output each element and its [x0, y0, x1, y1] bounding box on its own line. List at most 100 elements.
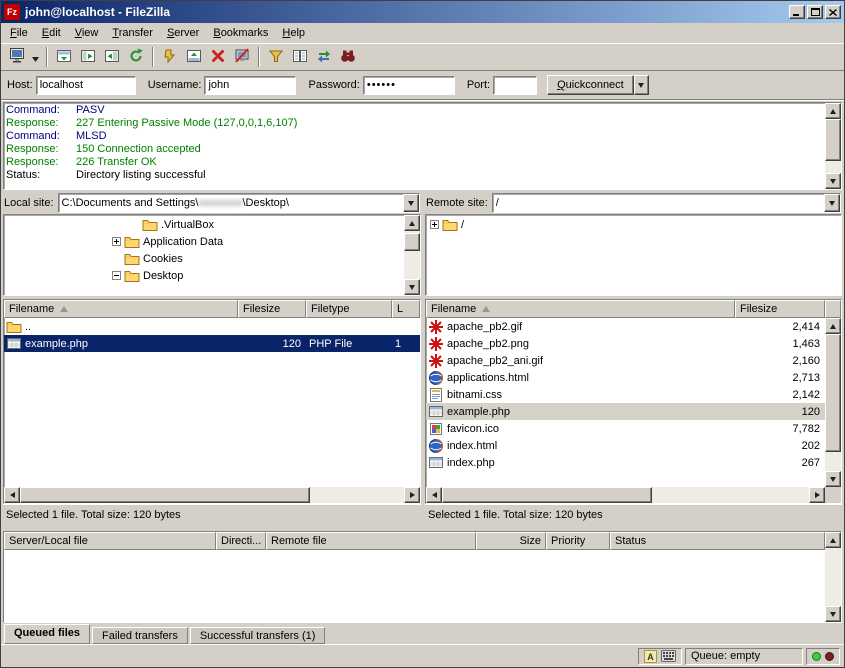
scrollbar-track[interactable]: [404, 231, 420, 279]
scroll-down-button[interactable]: [404, 279, 420, 295]
scroll-right-button[interactable]: [404, 487, 420, 503]
scroll-left-button[interactable]: [4, 487, 20, 503]
column-header-filesize[interactable]: Filesize: [238, 300, 306, 318]
port-input[interactable]: [493, 76, 537, 95]
column-header-server-local-file[interactable]: Server/Local file: [4, 532, 216, 550]
tab-successful-transfers-1[interactable]: Successful transfers (1): [190, 627, 326, 644]
titlebar[interactable]: Fz john@localhost - FileZilla: [1, 1, 844, 23]
scrollbar-thumb[interactable]: [404, 233, 420, 251]
scrollbar-track[interactable]: [20, 487, 404, 503]
process-queue-button[interactable]: [158, 45, 182, 69]
disconnect-button[interactable]: [230, 45, 254, 69]
compare-button[interactable]: [288, 45, 312, 69]
site-manager-button[interactable]: [5, 45, 29, 69]
queue-vertical-scrollbar[interactable]: [825, 532, 841, 622]
maximize-button[interactable]: [807, 5, 823, 19]
remote-list-vertical-scrollbar[interactable]: [825, 318, 841, 487]
host-input[interactable]: [36, 76, 136, 95]
toggle-log-button[interactable]: [52, 45, 76, 69]
file-row-parent-directory[interactable]: ..: [4, 318, 420, 335]
column-header-stub: [825, 300, 841, 318]
file-row-index-php[interactable]: index.php267: [426, 454, 825, 471]
username-input[interactable]: [204, 76, 296, 95]
toggle-remote-tree-button[interactable]: [100, 45, 124, 69]
scroll-down-button[interactable]: [825, 471, 841, 487]
minimize-button[interactable]: [789, 5, 805, 19]
column-header-filesize[interactable]: Filesize: [735, 300, 825, 318]
tree-item-item[interactable]: /: [426, 216, 841, 233]
file-row-favicon-ico[interactable]: favicon.ico7,782: [426, 420, 825, 437]
scroll-left-button[interactable]: [426, 487, 442, 503]
scroll-down-button[interactable]: [825, 173, 841, 189]
menu-item-transfer[interactable]: Transfer: [105, 25, 160, 41]
tree-item-virtualbox[interactable]: .VirtualBox: [4, 216, 404, 233]
local-tree-vertical-scrollbar[interactable]: [404, 215, 420, 295]
scrollbar-thumb[interactable]: [442, 487, 652, 503]
file-row-applications-html[interactable]: applications.html2,713: [426, 369, 825, 386]
file-row-apache-pb2-gif[interactable]: apache_pb2.gif2,414: [426, 318, 825, 335]
file-row-index-html[interactable]: index.html202: [426, 437, 825, 454]
menu-item-view[interactable]: View: [68, 25, 106, 41]
quickconnect-dropdown-button[interactable]: [634, 75, 649, 95]
remote-site-combobox[interactable]: /: [492, 193, 841, 213]
file-row-bitnami-css[interactable]: bitnami.css2,142: [426, 386, 825, 403]
tree-item-application-data[interactable]: Application Data: [4, 233, 404, 250]
tree-item-desktop[interactable]: Desktop: [4, 267, 404, 284]
column-header-filename[interactable]: Filename: [426, 300, 735, 318]
column-header-priority[interactable]: Priority: [546, 532, 610, 550]
scroll-up-button[interactable]: [825, 103, 841, 119]
scrollbar-thumb[interactable]: [825, 334, 841, 452]
menu-item-edit[interactable]: Edit: [35, 25, 68, 41]
file-row-apache-pb2-ani-gif[interactable]: apache_pb2_ani.gif2,160: [426, 352, 825, 369]
remote-site-dropdown-button[interactable]: [824, 194, 840, 212]
scroll-up-button[interactable]: [825, 318, 841, 334]
column-header-l[interactable]: L: [392, 300, 420, 318]
scrollbar-track[interactable]: [825, 548, 841, 606]
scroll-up-button[interactable]: [825, 532, 841, 548]
scrollbar-track[interactable]: [442, 487, 809, 503]
remote-horizontal-scrollbar[interactable]: [426, 487, 841, 503]
expand-icon[interactable]: [430, 220, 439, 229]
scrollbar-track[interactable]: [825, 119, 841, 173]
column-header-status[interactable]: Status: [610, 532, 825, 550]
queue-body[interactable]: [4, 550, 825, 622]
column-header-directi[interactable]: Directi...: [216, 532, 266, 550]
sync-browsing-button[interactable]: [312, 45, 336, 69]
toggle-local-tree-button[interactable]: [76, 45, 100, 69]
scroll-down-button[interactable]: [825, 606, 841, 622]
column-header-filename[interactable]: Filename: [4, 300, 238, 318]
scrollbar-thumb[interactable]: [825, 119, 841, 161]
cancel-button[interactable]: [206, 45, 230, 69]
scrollbar-thumb[interactable]: [20, 487, 310, 503]
close-button[interactable]: [825, 5, 841, 19]
menu-item-server[interactable]: Server: [160, 25, 206, 41]
refresh-button[interactable]: [124, 45, 148, 69]
file-row-example-php[interactable]: example.php120PHP File1: [4, 335, 420, 352]
menu-item-bookmarks[interactable]: Bookmarks: [206, 25, 275, 41]
password-input[interactable]: [363, 76, 455, 95]
log-vertical-scrollbar[interactable]: [825, 103, 841, 189]
file-row-apache-pb2-png[interactable]: apache_pb2.png1,463: [426, 335, 825, 352]
column-header-filetype[interactable]: Filetype: [306, 300, 392, 318]
tab-queued-files[interactable]: Queued files: [4, 624, 90, 644]
column-header-size[interactable]: Size: [476, 532, 546, 550]
scroll-right-button[interactable]: [809, 487, 825, 503]
filter-button[interactable]: [264, 45, 288, 69]
find-button[interactable]: [336, 45, 360, 69]
tree-item-cookies[interactable]: Cookies: [4, 250, 404, 267]
collapse-icon[interactable]: [112, 271, 121, 280]
local-site-dropdown-button[interactable]: [403, 194, 419, 212]
menu-item-file[interactable]: File: [3, 25, 35, 41]
scroll-up-button[interactable]: [404, 215, 420, 231]
expand-icon[interactable]: [112, 237, 121, 246]
quickconnect-button[interactable]: Quickconnect: [547, 75, 634, 95]
file-row-example-php[interactable]: example.php120: [426, 403, 825, 420]
site-manager-dropdown-button[interactable]: [29, 45, 42, 69]
toggle-queue-button[interactable]: [182, 45, 206, 69]
tab-failed-transfers[interactable]: Failed transfers: [92, 627, 188, 644]
menu-item-help[interactable]: Help: [275, 25, 312, 41]
local-site-combobox[interactable]: C:\Documents and Settings\xxxxxxxx\Deskt…: [58, 193, 420, 213]
column-header-remote-file[interactable]: Remote file: [266, 532, 476, 550]
local-horizontal-scrollbar[interactable]: [4, 487, 420, 503]
scrollbar-track[interactable]: [825, 334, 841, 471]
